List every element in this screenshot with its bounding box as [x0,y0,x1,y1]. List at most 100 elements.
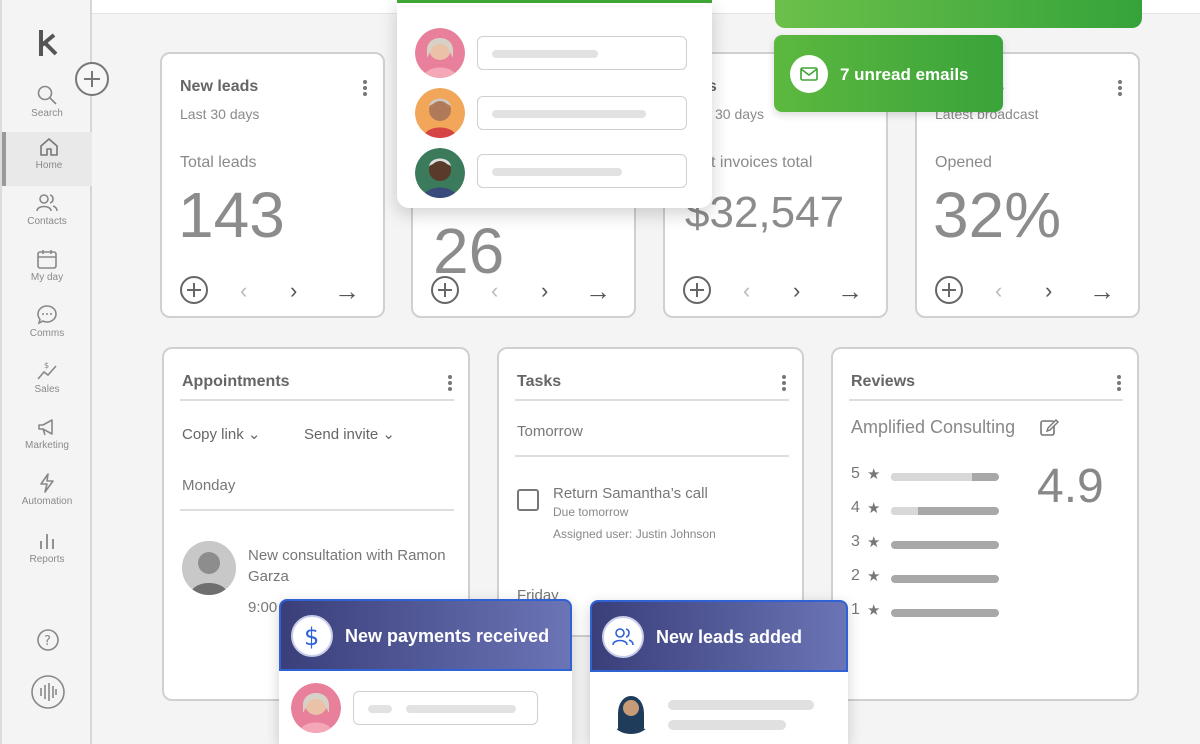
add-circle-icon[interactable] [683,276,711,304]
svg-text:$: $ [44,361,49,370]
appointment-text[interactable]: New consultation with Ramon Garza [248,545,448,587]
star-icon: ★ [867,500,881,517]
copy-link-button[interactable]: Copy link ⌄ [182,425,260,443]
skeleton-field [353,691,538,725]
rating-bar-track [891,609,999,617]
card-footer: ‹ › → [431,276,621,307]
kebab-menu-icon[interactable] [1117,375,1121,391]
day-label: Tomorrow [517,423,583,440]
send-invite-button[interactable]: Send invite ⌄ [304,425,395,443]
search-icon [37,85,57,105]
rating-bar-row: 4 ★ [851,499,1011,519]
card-title: Tasks [517,373,562,390]
rating-bar-row: 3 ★ [851,533,1011,553]
rating-bar-track [891,575,999,583]
chevron-right-icon[interactable]: › [1045,278,1052,304]
kebab-menu-icon[interactable] [1118,80,1122,96]
tasks-card: Tasks Tomorrow Return Samantha’s call Du… [497,347,804,637]
help-icon[interactable]: ? [36,628,60,652]
chevron-left-icon[interactable]: ‹ [995,278,1002,304]
svg-text:?: ? [44,634,51,649]
divider [180,509,454,511]
arrow-right-icon[interactable]: → [334,276,360,307]
kebab-menu-icon[interactable] [363,80,367,96]
toast-text: New payments received [345,626,550,646]
divider [515,399,789,401]
payments-toast[interactable]: $ New payments received [279,599,572,744]
unread-emails-toast[interactable]: 7 unread emails [774,35,1003,112]
rating-bar-row: 2 ★ [851,567,1011,587]
star-icon: ★ [867,466,881,483]
metric-card-new-leads: New leads Last 30 days Total leads 143 ‹… [160,52,385,318]
star-count-label: 5 [851,465,860,482]
sidebar-item-reports[interactable]: Reports [2,526,92,580]
bar-chart-icon [40,534,54,549]
voice-brand-icon[interactable] [30,674,66,710]
avatar [606,684,656,734]
sidebar-item-automation[interactable]: Automation [2,468,92,522]
star-icon: ★ [867,534,881,551]
average-rating: 4.9 [1037,460,1104,513]
kebab-menu-icon[interactable] [782,375,786,391]
users-icon [612,628,634,646]
task-assignee: Assigned user: Justin Johnson [553,527,716,541]
chevron-right-icon[interactable]: › [541,278,548,304]
chevron-left-icon[interactable]: ‹ [743,278,750,304]
rating-bar-fill [891,473,972,481]
toast-header: New leads added [590,600,848,672]
kebab-menu-icon[interactable] [448,375,452,391]
star-icon: ★ [867,602,881,619]
mail-icon [800,67,818,81]
add-circle-icon[interactable] [180,276,208,304]
avatar [291,683,341,733]
sidebar-item-marketing[interactable]: Marketing [2,412,92,466]
sidebar-item-label: Reports [29,554,65,565]
arrow-right-icon[interactable]: → [585,276,611,307]
card-footer: ‹ › → [180,276,370,307]
day-label: Monday [182,477,236,494]
lightning-icon [40,473,54,493]
reviews-card: Reviews Amplified Consulting 5 ★ 4 ★ 3 ★ 2 ★ 1 ★ … [831,347,1139,701]
chevron-left-icon[interactable]: ‹ [240,278,247,304]
arrow-right-icon[interactable]: → [1089,276,1115,307]
sidebar-item-label: Automation [21,496,73,507]
sales-icon: $ [37,361,57,380]
sidebar-item-label: Sales [34,384,60,395]
add-circle-icon[interactable] [431,276,459,304]
sidebar-item-my-day[interactable]: My day [2,244,92,298]
toast-header: $ New payments received [279,599,572,671]
card-title: Reviews [851,373,916,390]
mail-icon-wrapper [790,55,828,93]
leads-toast[interactable]: New leads added [590,600,848,744]
add-button[interactable] [75,62,109,96]
toast-text: New leads added [656,627,803,647]
sidebar-item-home[interactable]: Home [2,132,92,186]
star-count-label: 2 [851,567,860,584]
avatar [415,88,465,138]
arrow-right-icon[interactable]: → [837,276,863,307]
business-name: Amplified Consulting [851,417,1016,437]
task-checkbox[interactable] [517,489,539,511]
sidebar-item-label: Search [31,108,63,119]
chevron-right-icon[interactable]: › [793,278,800,304]
contacts-icon [36,194,58,212]
task-title[interactable]: Return Samantha’s call [553,485,708,502]
users-icon-wrapper [602,616,644,658]
keap-logo[interactable] [36,28,62,58]
skeleton-line [668,720,786,730]
card-title: New leads [180,78,259,95]
sidebar-item-label: Home [35,160,63,171]
chevron-right-icon[interactable]: › [290,278,297,304]
sidebar-item-comms[interactable]: Comms [2,300,92,354]
contacts-popup [397,0,712,208]
add-circle-icon[interactable] [935,276,963,304]
chevron-left-icon[interactable]: ‹ [491,278,498,304]
sidebar: Search Home Contacts My day Comms $ Sale… [0,0,92,744]
edit-icon[interactable] [1039,417,1059,437]
sidebar-item-contacts[interactable]: Contacts [2,188,92,242]
svg-text:$: $ [304,623,319,651]
divider [180,399,454,401]
card-subtitle: 30 days [715,106,765,122]
metric-label: Opened [935,154,992,171]
sidebar-item-sales[interactable]: $ Sales [2,356,92,410]
